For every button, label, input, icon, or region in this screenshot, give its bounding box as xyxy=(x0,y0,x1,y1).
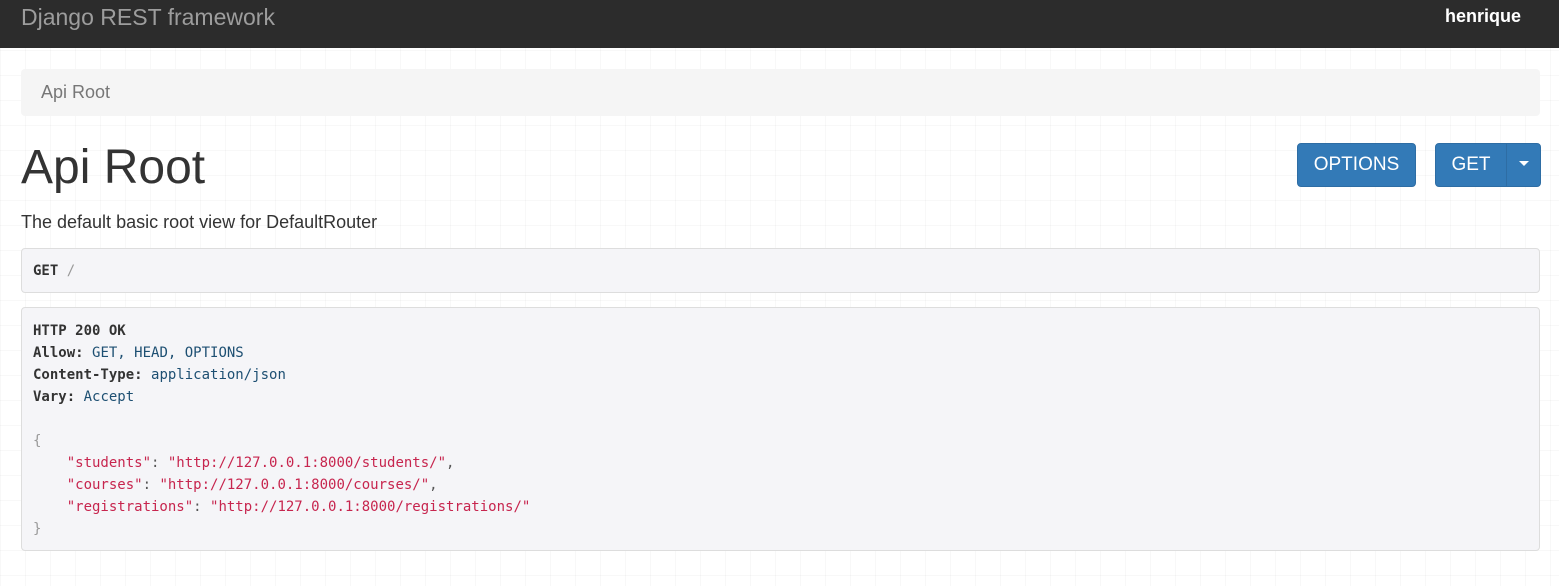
request-info: GET / xyxy=(21,248,1540,293)
get-format-dropdown-toggle[interactable] xyxy=(1506,143,1541,187)
json-entry: "courses": "http://127.0.0.1:8000/course… xyxy=(66,477,438,493)
response-header: Allow: GET, HEAD, OPTIONS xyxy=(33,342,1528,364)
header-name: Vary: xyxy=(33,389,76,405)
header-name: Allow: xyxy=(33,345,84,361)
json-open-brace: { xyxy=(33,433,42,449)
json-key: "courses" xyxy=(66,477,143,493)
request-method: GET xyxy=(33,263,59,279)
json-key: "registrations" xyxy=(66,499,194,515)
user-menu[interactable]: henrique xyxy=(1445,5,1521,27)
header-value: Accept xyxy=(83,389,135,405)
caret-down-icon xyxy=(1518,161,1529,167)
json-link-registrations[interactable]: "http://127.0.0.1:8000/registrations/" xyxy=(210,499,530,515)
json-entry: "students": "http://127.0.0.1:8000/stude… xyxy=(66,455,455,471)
page-title: Api Root xyxy=(21,141,206,194)
response-status: HTTP 200 OK xyxy=(33,323,126,339)
response-header: Vary: Accept xyxy=(33,386,1528,408)
header-name: Content-Type: xyxy=(33,367,143,383)
json-close-brace: } xyxy=(33,521,42,537)
top-navbar: Django REST framework henrique xyxy=(0,0,1559,48)
breadcrumb-item-api-root[interactable]: Api Root xyxy=(41,82,110,102)
header-value: application/json xyxy=(151,367,286,383)
response-info: HTTP 200 OK Allow: GET, HEAD, OPTIONS Co… xyxy=(21,307,1540,551)
json-key: "students" xyxy=(66,455,152,471)
breadcrumb: Api Root xyxy=(21,69,1540,116)
get-button[interactable]: GET xyxy=(1435,143,1507,187)
page-description: The default basic root view for DefaultR… xyxy=(21,212,378,232)
header-value: GET, HEAD, OPTIONS xyxy=(92,345,244,361)
options-button[interactable]: OPTIONS xyxy=(1297,143,1416,187)
json-entry: "registrations": "http://127.0.0.1:8000/… xyxy=(66,499,531,515)
response-header: Content-Type: application/json xyxy=(33,364,1528,386)
json-link-courses[interactable]: "http://127.0.0.1:8000/courses/" xyxy=(159,477,429,493)
json-link-students[interactable]: "http://127.0.0.1:8000/students/" xyxy=(168,455,446,471)
brand-link[interactable]: Django REST framework xyxy=(21,3,275,31)
request-path: / xyxy=(66,263,76,279)
